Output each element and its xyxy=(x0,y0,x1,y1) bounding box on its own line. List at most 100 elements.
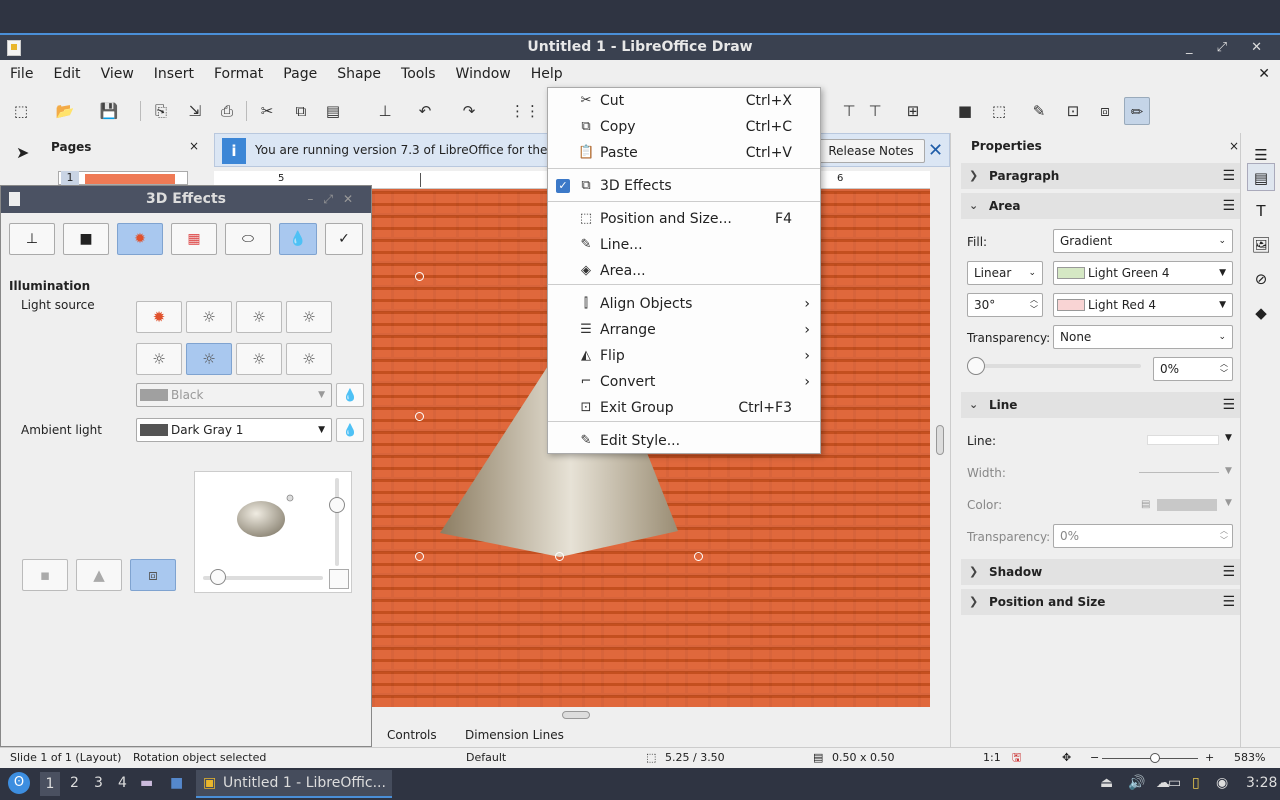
workspace-1[interactable]: 1 xyxy=(40,772,60,796)
redo-icon[interactable]: ↷ xyxy=(456,97,482,125)
align-icon[interactable]: ⊤ xyxy=(836,97,862,125)
window-controls[interactable]: _ ⤢ ✕ xyxy=(1186,35,1272,60)
light-source-3-icon[interactable]: ☼ xyxy=(236,301,282,333)
page-thumbnail[interactable]: 1 xyxy=(58,171,188,185)
paste-icon[interactable]: ▤ xyxy=(320,97,346,125)
line-section-header[interactable]: ⌄ Line ☰ xyxy=(961,392,1241,418)
context-menu-item[interactable]: ✎ Edit Style... xyxy=(548,428,820,454)
start-menu-icon[interactable]: ʘ xyxy=(8,772,30,794)
slider-thumb[interactable] xyxy=(329,497,345,513)
select-icon[interactable]: ⬚ xyxy=(8,97,34,125)
perspective-icon[interactable]: ⧈ xyxy=(130,559,176,591)
fill-select[interactable]: Gradient ⌄ xyxy=(1053,229,1233,253)
light-source-2-icon[interactable]: ☼ xyxy=(186,301,232,333)
vertical-light-slider[interactable] xyxy=(335,478,339,566)
section-menu-icon[interactable]: ☰ xyxy=(1222,193,1235,219)
files-icon[interactable]: ■ xyxy=(170,775,183,791)
paragraph-section-header[interactable]: ❯ Paragraph ☰ xyxy=(961,163,1241,189)
spin-arrows-icon[interactable]: ︿ ﹀ xyxy=(1220,358,1228,379)
dropdown-arrow-icon[interactable]: ▼ xyxy=(1225,433,1232,443)
window-titlebar[interactable]: Untitled 1 - LibreOffice Draw _ ⤢ ✕ xyxy=(0,33,1280,60)
menu-help[interactable]: Help xyxy=(521,60,573,89)
slider-thumb[interactable] xyxy=(967,357,985,375)
convert-to-3d-icon[interactable]: ▪ xyxy=(22,559,68,591)
convert-to-lathe-icon[interactable]: ▲ xyxy=(76,559,122,591)
grid-icon[interactable]: ⋮⋮ xyxy=(510,97,540,125)
arrange-icon[interactable]: ⊤ xyxy=(862,97,888,125)
light-preview[interactable] xyxy=(194,471,352,593)
notifications-icon[interactable]: ◉ xyxy=(1216,775,1228,791)
menu-file[interactable]: File xyxy=(0,60,43,89)
selection-handle[interactable] xyxy=(694,552,703,561)
context-menu-item[interactable]: ⌐ Convert › xyxy=(548,369,820,395)
spin-arrows-icon[interactable]: ︿ ﹀ xyxy=(1030,294,1038,315)
section-menu-icon[interactable]: ☰ xyxy=(1222,589,1235,615)
workspace-3[interactable]: 3 xyxy=(94,775,103,791)
close-sidebar-icon[interactable]: × xyxy=(1229,139,1239,153)
draw-functions-icon[interactable]: ✏ xyxy=(1124,97,1150,125)
shapes-deck-icon[interactable]: ◆ xyxy=(1247,299,1275,327)
gradient-color1-select[interactable]: Light Green 4 ▼ xyxy=(1053,261,1233,285)
transparency-slider[interactable] xyxy=(969,364,1141,368)
close-infobar-icon[interactable]: ✕ xyxy=(928,140,943,161)
workspace-4[interactable]: 4 xyxy=(118,775,127,791)
menu-view[interactable]: View xyxy=(91,60,144,89)
section-menu-icon[interactable]: ☰ xyxy=(1222,392,1235,418)
save-icon[interactable]: 💾 xyxy=(96,97,122,125)
distribute-icon[interactable]: ⊞ xyxy=(900,97,926,125)
shadow-icon[interactable]: ■ xyxy=(952,97,978,125)
horizontal-scrollbar[interactable] xyxy=(372,707,930,725)
zoom-in-icon[interactable]: + xyxy=(1205,748,1214,768)
document-modified-icon[interactable]: 🖫 xyxy=(1012,748,1021,768)
dialog-window-controls[interactable]: –⤢✕ xyxy=(307,186,363,213)
layer-tab-dimension-lines[interactable]: Dimension Lines xyxy=(465,728,564,742)
light-source-1-icon[interactable]: ✹ xyxy=(136,301,182,333)
context-menu-item[interactable]: ☰ Arrange › xyxy=(548,317,820,343)
crop-icon[interactable]: ⬚ xyxy=(986,97,1012,125)
menu-tools[interactable]: Tools xyxy=(391,60,446,89)
clone-formatting-icon[interactable]: ⊥ xyxy=(372,97,398,125)
copy-icon[interactable]: ⧉ xyxy=(288,97,314,125)
context-menu-item[interactable]: ✎ Line... xyxy=(548,232,820,258)
context-menu-item[interactable]: 📋 Paste Ctrl+V xyxy=(548,140,820,166)
textures-icon[interactable]: ▦ xyxy=(171,223,217,255)
light-source-4-icon[interactable]: ☼ xyxy=(286,301,332,333)
line-style-preview[interactable] xyxy=(1147,435,1219,445)
close-document-icon[interactable]: ✕ xyxy=(1258,66,1270,82)
export-icon[interactable]: ⎘ xyxy=(148,97,174,125)
open-icon[interactable]: 📂 xyxy=(52,97,78,125)
light-source-7-icon[interactable]: ☼ xyxy=(236,343,282,375)
light-source-8-icon[interactable]: ☼ xyxy=(286,343,332,375)
light-source-5-icon[interactable]: ☼ xyxy=(136,343,182,375)
selection-handle[interactable] xyxy=(415,552,424,561)
context-menu-item[interactable]: ⫿ Align Objects › xyxy=(548,291,820,317)
scroll-thumb[interactable] xyxy=(562,711,590,719)
layer-tab-controls[interactable]: Controls xyxy=(387,728,437,742)
context-menu-item[interactable]: ⧉ Copy Ctrl+C xyxy=(548,114,820,140)
context-menu-item[interactable]: ⬚ Position and Size... F4 xyxy=(548,206,820,232)
shading-icon[interactable]: ■ xyxy=(63,223,109,255)
geometry-icon[interactable]: ⊥ xyxy=(9,223,55,255)
tray-icon[interactable]: ⏏ xyxy=(1100,775,1113,791)
zoom-slider-thumb[interactable] xyxy=(1150,753,1160,763)
area-section-header[interactable]: ⌄ Area ☰ xyxy=(961,193,1241,219)
menu-shape[interactable]: Shape xyxy=(327,60,391,89)
cut-icon[interactable]: ✂ xyxy=(254,97,280,125)
navigator-deck-icon[interactable]: ⊘ xyxy=(1247,265,1275,293)
material-icon[interactable]: ⬭ xyxy=(225,223,271,255)
notes-icon[interactable]: ▯ xyxy=(1192,775,1200,791)
vertical-scrollbar[interactable] xyxy=(932,189,948,707)
volume-icon[interactable]: 🔊 xyxy=(1128,775,1145,791)
workspace-2[interactable]: 2 xyxy=(70,775,79,791)
menu-window[interactable]: Window xyxy=(446,60,521,89)
close-pages-pane-icon[interactable]: × xyxy=(189,139,199,153)
menu-insert[interactable]: Insert xyxy=(144,60,204,89)
transparency-percent-spinner[interactable]: 0% ︿ ﹀ xyxy=(1153,357,1233,381)
print-icon[interactable]: ⎙ xyxy=(214,97,240,125)
context-menu-item[interactable]: ◭ Flip › xyxy=(548,343,820,369)
assign-icon[interactable]: 💧 xyxy=(279,223,317,255)
light-source-6-icon[interactable]: ☼ xyxy=(186,343,232,375)
context-menu-item[interactable]: ✓ ⧉ 3D Effects xyxy=(548,173,820,199)
styles-deck-icon[interactable]: T xyxy=(1247,197,1275,225)
position-size-section-header[interactable]: ❯ Position and Size ☰ xyxy=(961,589,1241,615)
